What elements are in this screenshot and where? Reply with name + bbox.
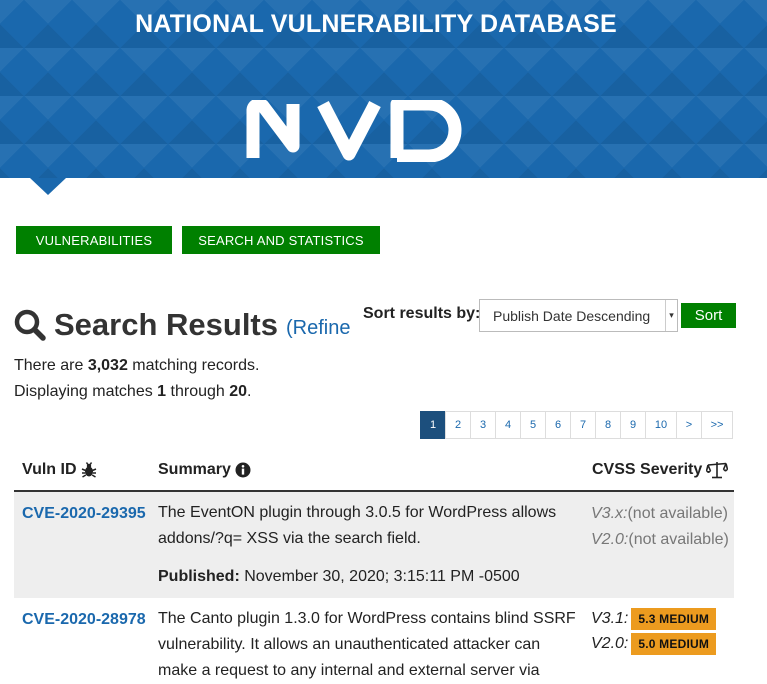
cvss-v3-severity: V3.1: 5.3 MEDIUM (591, 608, 717, 630)
record-count: 3,032 (87, 357, 128, 374)
nav-vulnerabilities-button[interactable]: VULNERABILITIES (16, 226, 172, 254)
cvss-v2-severity: V2.0:(not available) (591, 531, 729, 548)
sort-select[interactable]: Publish Date Descending ▾ (479, 299, 678, 332)
matching-records-text: There are 3,032 matching records. (14, 357, 260, 374)
bug-icon (81, 462, 96, 478)
info-icon (235, 462, 251, 478)
page-8-link[interactable]: 8 (595, 411, 621, 439)
balance-scale-icon (706, 462, 729, 479)
page-6-link[interactable]: 6 (545, 411, 571, 439)
site-banner: NATIONAL VULNERABILITY DATABASE (0, 0, 767, 178)
last-page-link[interactable]: >> (701, 411, 733, 439)
cvss-v3-severity: V3.x:(not available) (591, 505, 728, 522)
cvss-v2-severity: V2.0: 5.0 MEDIUM (591, 633, 717, 655)
column-header-summary[interactable]: Summary (158, 461, 251, 479)
search-icon (14, 309, 46, 341)
vuln-summary: The Canto plugin 1.3.0 for WordPress con… (158, 610, 576, 679)
results-heading: Search Results (Refine (14, 305, 350, 345)
page-10-link[interactable]: 10 (645, 411, 677, 439)
page-2-link[interactable]: 2 (445, 411, 471, 439)
chevron-down-icon: ▾ (665, 300, 677, 331)
vuln-id-link[interactable]: CVE-2020-28978 (22, 611, 146, 629)
page-1-link[interactable]: 1 (420, 411, 446, 439)
displaying-matches-text: Displaying matches 1 through 20. (14, 383, 252, 400)
vuln-summary: The EventON plugin through 3.0.5 for Wor… (158, 504, 557, 547)
severity-badge[interactable]: 5.0 MEDIUM (631, 633, 717, 655)
nvd-logo[interactable] (245, 100, 465, 162)
page-3-link[interactable]: 3 (470, 411, 496, 439)
sort-select-value: Publish Date Descending (493, 307, 651, 324)
nav-search-statistics-button[interactable]: SEARCH AND STATISTICS (182, 226, 380, 254)
severity-badge[interactable]: 5.3 MEDIUM (631, 608, 717, 630)
column-header-vuln-id[interactable]: Vuln ID (22, 461, 97, 479)
page-5-link[interactable]: 5 (520, 411, 546, 439)
page-7-link[interactable]: 7 (570, 411, 596, 439)
sort-label: Sort results by: (363, 305, 481, 322)
banner-pointer (30, 178, 66, 195)
page-9-link[interactable]: 9 (620, 411, 646, 439)
refine-search-link[interactable]: (Refine (286, 317, 350, 340)
page-title: Search Results (54, 307, 278, 342)
column-header-cvss-severity[interactable]: CVSS Severity (592, 461, 729, 479)
next-page-link[interactable]: > (676, 411, 702, 439)
sort-button[interactable]: Sort (681, 303, 736, 328)
site-title: NATIONAL VULNERABILITY DATABASE (135, 10, 617, 38)
table-row: CVE-2020-29395 The EventON plugin throug… (14, 492, 734, 598)
vuln-id-link[interactable]: CVE-2020-29395 (22, 505, 146, 523)
published-date: Published: November 30, 2020; 3:15:11 PM… (158, 568, 520, 585)
pagination: 1 2 3 4 5 6 7 8 9 10 > >> (420, 411, 733, 439)
table-row: CVE-2020-28978 The Canto plugin 1.3.0 fo… (14, 599, 734, 681)
page-4-link[interactable]: 4 (495, 411, 521, 439)
